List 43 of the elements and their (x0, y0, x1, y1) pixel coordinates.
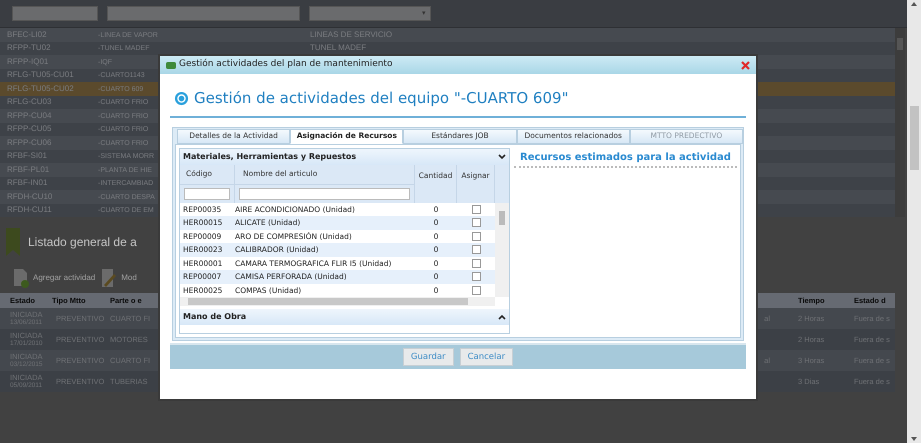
table-cell: RFLG-TU05-CU01 (7, 70, 74, 80)
scrollbar[interactable] (895, 28, 905, 217)
accordion-header[interactable]: Mano de Obra (180, 309, 509, 325)
table-cell: RFLG-CU03 (7, 97, 52, 106)
checkbox[interactable] (472, 286, 480, 295)
table-cell: RFBF-IN01 (7, 178, 48, 188)
modify-button[interactable]: Mod (100, 268, 137, 288)
checkbox[interactable] (472, 204, 480, 214)
checkbox[interactable] (472, 272, 480, 282)
checkbox[interactable] (472, 245, 480, 254)
table-cell: RFLG-TU05-CU02 (7, 84, 74, 93)
pencil-icon (100, 268, 118, 288)
checkbox[interactable] (472, 258, 480, 268)
table-cell: RFBF-SI01 (7, 151, 48, 160)
close-button[interactable] (740, 60, 750, 70)
table-cell: RFPP-CU05 (7, 124, 52, 134)
document-add-icon (12, 268, 30, 288)
vertical-scrollbar[interactable] (495, 202, 509, 297)
checkbox[interactable] (472, 218, 480, 228)
close-icon (740, 60, 750, 70)
dialog-heading: Gestión de actividades del equipo "-CUARTO 609" (194, 88, 568, 109)
horizontal-scrollbar[interactable] (180, 297, 495, 306)
accordion-title: Mano de Obra (183, 311, 246, 323)
chevron-icon[interactable] (498, 314, 506, 320)
page-scrollbar[interactable] (907, 0, 921, 443)
name-filter-field[interactable] (239, 188, 410, 200)
section-title: Listado general de a (28, 234, 137, 251)
accordion-header[interactable]: Materiales, Herramientas y Repuestos (180, 148, 509, 164)
add-activity-button[interactable]: Agregar actividad (12, 268, 96, 288)
code-filter-field[interactable] (12, 6, 98, 21)
table-cell: RFDH-CU11 (7, 205, 52, 214)
checkbox[interactable] (472, 232, 480, 241)
target-icon (174, 90, 189, 106)
bookmark-icon (6, 228, 20, 256)
dialog-title: Gestión actividades del plan de mantenimiento (179, 58, 392, 72)
window-icon (166, 62, 176, 68)
table-cell: TUNEL MADEF (310, 42, 366, 54)
code-filter-field[interactable] (184, 188, 230, 200)
table-cell: RFPP-TU02 (7, 43, 51, 52)
accordion-title: Materiales, Herramientas y Repuestos (183, 150, 356, 162)
chevron-icon[interactable] (498, 154, 506, 160)
name-filter-field[interactable] (107, 6, 300, 21)
resources-title: Recursos estimados para la actividad (514, 150, 737, 168)
